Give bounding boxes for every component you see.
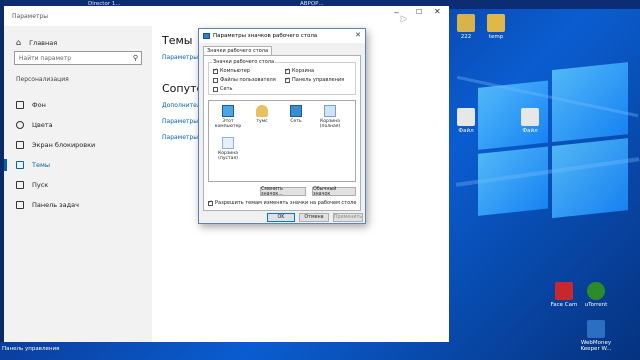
checkbox-checked-icon: ✓: [213, 68, 218, 74]
display-icon: [203, 33, 210, 39]
list-item[interactable]: Корзина (полная): [315, 105, 345, 129]
change-icon-button[interactable]: Сменить значок...: [260, 187, 306, 197]
folder-icon: [487, 14, 505, 32]
list-item[interactable]: тумс: [247, 105, 277, 124]
list-item[interactable]: Этот компьютер: [213, 105, 243, 129]
list-item[interactable]: Корзина (пустая): [213, 137, 243, 161]
icon-label: Сеть: [290, 119, 302, 124]
checkbox-allow-themes[interactable]: ✓ Разрешить темам изменять значки на раб…: [208, 200, 356, 206]
start-icon: [16, 181, 24, 189]
computer-icon: [222, 105, 234, 117]
desktop-icon-label: Файл: [522, 128, 538, 134]
search-placeholder: Найти параметр: [19, 55, 71, 62]
close-button[interactable]: ✕: [434, 7, 441, 16]
folder-icon: [457, 14, 475, 32]
desktop-icons-group: Значки рабочего стола ✓ Компьютер ✓ Корз…: [208, 59, 356, 95]
ok-button[interactable]: OK: [267, 213, 295, 222]
dialog-close-icon[interactable]: ✕: [355, 31, 361, 39]
checkbox-label: Разрешить темам изменять значки на рабоч…: [215, 200, 357, 206]
sidebar-item-home[interactable]: ⌂ Главная: [16, 38, 57, 47]
checkbox-checked-icon: ✓: [208, 200, 213, 206]
checkbox-control-panel[interactable]: ✓ Панель управления: [285, 77, 344, 83]
network-icon: [290, 105, 302, 117]
desktop-icon-label: uTorrent: [584, 302, 608, 308]
desktop-icon-settings-dialog: Параметры значков рабочего стола ✕ Значк…: [198, 28, 366, 224]
icon-label: Корзина (пустая): [218, 151, 238, 161]
sidebar-item-themes[interactable]: Темы: [3, 159, 51, 171]
utorrent-icon: [587, 282, 605, 300]
brush-icon: [16, 161, 24, 169]
checkbox-unchecked-icon: [213, 77, 218, 83]
mouse-cursor-icon: ➤: [399, 14, 408, 25]
sidebar-item-colors[interactable]: Цвета: [16, 121, 53, 129]
checkbox-network[interactable]: Сеть: [213, 86, 232, 92]
sidebar-item-background[interactable]: Фон: [16, 101, 46, 109]
window-title: Параметры: [12, 12, 48, 20]
recycle-bin-empty-icon: [222, 137, 234, 149]
sidebar-item-taskbar[interactable]: Панель задач: [16, 201, 79, 209]
settings-titlebar[interactable]: Параметры: [4, 6, 449, 26]
desktop-icon-file[interactable]: Файл: [510, 108, 550, 134]
group-label: Значки рабочего стола: [212, 59, 276, 65]
checkbox-label: Панель управления: [292, 77, 345, 83]
desktop-icon-utorrent[interactable]: uTorrent: [576, 282, 616, 308]
checkbox-computer[interactable]: ✓ Компьютер: [213, 68, 250, 74]
sidebar-item-label: Панель задач: [32, 201, 79, 209]
sidebar-item-label: Темы: [32, 161, 51, 169]
checkbox-checked-icon: ✓: [285, 68, 290, 74]
webmoney-icon: [587, 320, 605, 338]
search-icon: ⚲: [132, 54, 138, 62]
sidebar-item-label: Фон: [32, 101, 46, 109]
desktop-icon-label: temp: [488, 34, 504, 40]
sidebar-item-lock-screen[interactable]: Экран блокировки: [16, 141, 95, 149]
sidebar-item-start[interactable]: Пуск: [16, 181, 48, 189]
file-icon: [457, 108, 475, 126]
home-icon: ⌂: [16, 38, 22, 47]
lock-screen-icon: [16, 141, 24, 149]
image-icon: [16, 101, 24, 109]
desktop-icon-label: Файл: [458, 128, 474, 134]
webcam-icon: [555, 282, 573, 300]
checkbox-unchecked-icon: [213, 86, 218, 92]
icon-label: Этот компьютер: [214, 119, 242, 129]
icon-label: тумс: [256, 119, 268, 124]
checkbox-label: Компьютер: [220, 68, 250, 74]
default-icon-button[interactable]: Обычный значок: [312, 187, 356, 197]
dialog-titlebar[interactable]: Параметры значков рабочего стола: [199, 29, 365, 43]
dialog-title: Параметры значков рабочего стола: [213, 33, 318, 39]
desktop-icon-label[interactable]: Панель управления: [2, 346, 62, 352]
sidebar-item-label: Главная: [29, 38, 58, 47]
checkbox-label: Сеть: [220, 86, 233, 92]
checkbox-recycle-bin[interactable]: ✓ Корзина: [285, 68, 314, 74]
desktop-icon-label: WebMoney Keeper W...: [580, 340, 612, 352]
checkbox-user-files[interactable]: Файлы пользователя: [213, 77, 276, 83]
apply-button[interactable]: Применить: [333, 213, 363, 222]
checkbox-checked-icon: ✓: [285, 77, 290, 83]
checkbox-label: Файлы пользователя: [220, 77, 276, 83]
recycle-bin-full-icon: [324, 105, 336, 117]
taskbar-icon: [16, 201, 24, 209]
desktop-icon-webmoney[interactable]: WebMoney Keeper W...: [576, 320, 616, 352]
desktop-icon-file[interactable]: Файл: [446, 108, 486, 134]
sidebar-item-label: Экран блокировки: [32, 141, 96, 149]
maximize-button[interactable]: ☐: [416, 8, 422, 16]
file-icon: [521, 108, 539, 126]
checkbox-label: Корзина: [292, 68, 315, 74]
related-link[interactable]: Параметры з: [162, 118, 203, 125]
user-folder-icon: [256, 105, 268, 117]
list-item[interactable]: Сеть: [281, 105, 311, 124]
tab-panel: Значки рабочего стола ✓ Компьютер ✓ Корз…: [203, 55, 361, 211]
desktop-icon-temp[interactable]: temp: [476, 14, 516, 40]
section-heading: Персонализация: [16, 76, 69, 83]
cancel-button[interactable]: Отмена: [299, 213, 329, 222]
palette-icon: [16, 121, 24, 129]
icon-preview-list[interactable]: Этот компьютер тумс Сеть Корзина (полная…: [208, 100, 356, 182]
page-title: Темы: [162, 34, 193, 47]
sidebar-item-label: Цвета: [32, 121, 53, 129]
search-input[interactable]: Найти параметр ⚲: [14, 51, 142, 65]
left-desktop-edge: [0, 0, 4, 342]
icon-label: Корзина (полная): [319, 119, 341, 129]
sidebar-item-label: Пуск: [32, 181, 49, 189]
